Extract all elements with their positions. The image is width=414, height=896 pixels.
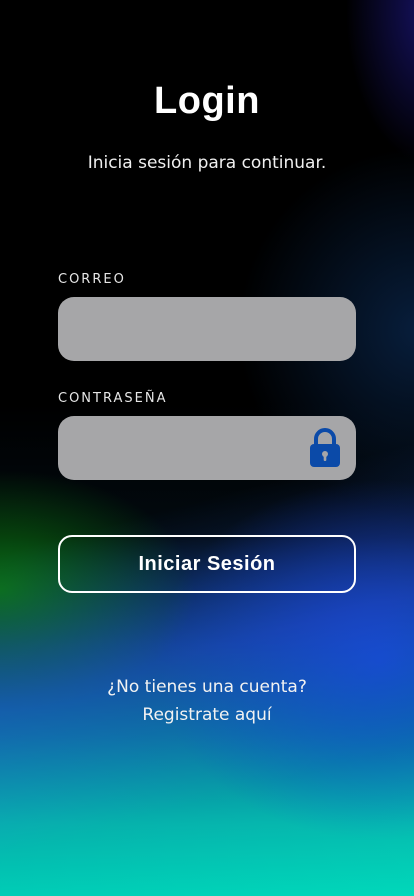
login-button[interactable]: Iniciar Sesión (58, 535, 356, 593)
email-label: CORREO (58, 272, 126, 287)
page-subtitle: Inicia sesión para continuar. (87, 153, 327, 173)
login-screen: Login Inicia sesión para continuar. CORR… (0, 0, 414, 896)
page-title: Login (154, 80, 260, 122)
login-form: Login Inicia sesión para continuar. CORR… (0, 0, 414, 896)
no-account-text: ¿No tienes una cuenta? (107, 677, 307, 697)
lock-icon (310, 428, 340, 467)
register-link[interactable]: Registrate aquí (0, 705, 414, 725)
password-label: CONTRASEÑA (58, 391, 168, 406)
email-field[interactable] (58, 297, 356, 361)
